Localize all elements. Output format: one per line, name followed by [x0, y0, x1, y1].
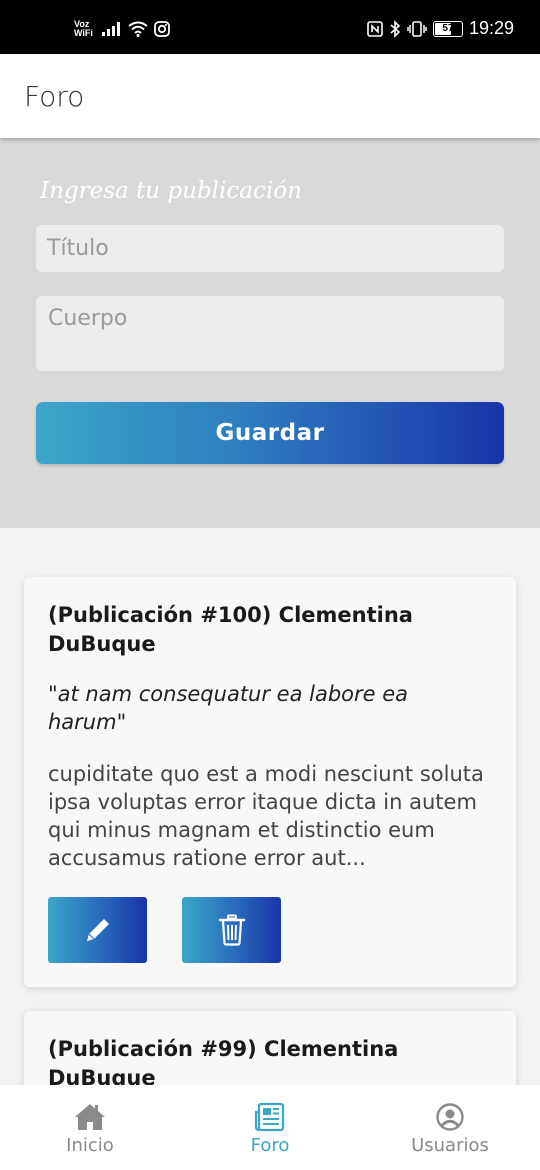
post-body: cupiditate quo est a modi nesciunt solut… [48, 762, 484, 870]
status-bar-left: Voz WiFi [74, 20, 170, 38]
signal-icon [102, 22, 120, 36]
bluetooth-icon [390, 19, 401, 38]
body-input[interactable] [36, 296, 504, 371]
carrier-line-wifi: WiFi [74, 28, 93, 38]
nav-item-usuarios[interactable]: Usuarios [360, 1085, 540, 1170]
clock: 19:29 [468, 18, 514, 38]
newspaper-icon [254, 1101, 286, 1133]
app-bar: Foro [0, 54, 540, 138]
wifi-icon [128, 21, 148, 37]
form-heading: Ingresa tu publicación [40, 178, 302, 204]
home-icon [74, 1101, 106, 1133]
save-button[interactable]: Guardar [36, 402, 504, 464]
title-input[interactable] [36, 225, 504, 272]
nav-label-foro: Foro [250, 1135, 290, 1156]
user-circle-icon [435, 1101, 465, 1133]
nfc-icon [367, 20, 383, 37]
new-post-form: Ingresa tu publicación Guardar [0, 138, 540, 528]
page-title: Foro [24, 80, 85, 113]
post-title: "at nam consequatur ea labore ea harum" [48, 682, 409, 734]
edit-post-button[interactable] [48, 897, 147, 963]
nav-label-inicio: Inicio [66, 1135, 114, 1156]
nav-label-usuarios: Usuarios [411, 1135, 489, 1156]
edit-icon [86, 919, 109, 941]
trash-icon [218, 914, 245, 946]
delete-post-button[interactable] [182, 897, 281, 963]
post-card: (Publicación #100) Clementina DuBuque "a… [24, 577, 516, 987]
instagram-icon [154, 21, 170, 37]
post-header: (Publicación #100) Clementina DuBuque [48, 603, 413, 656]
vibrate-icon [407, 20, 427, 37]
carrier-label: Voz WiFi [74, 20, 96, 38]
battery-percent: 57 [442, 22, 454, 34]
nav-item-foro[interactable]: Foro [180, 1085, 360, 1170]
status-bar: Voz WiFi 57 19:29 [0, 0, 540, 54]
battery-icon: 57 [432, 20, 463, 37]
nav-item-inicio[interactable]: Inicio [0, 1085, 180, 1170]
bottom-nav: Inicio Foro Usuarios [0, 1085, 540, 1170]
status-bar-right: 57 19:29 [367, 18, 514, 39]
